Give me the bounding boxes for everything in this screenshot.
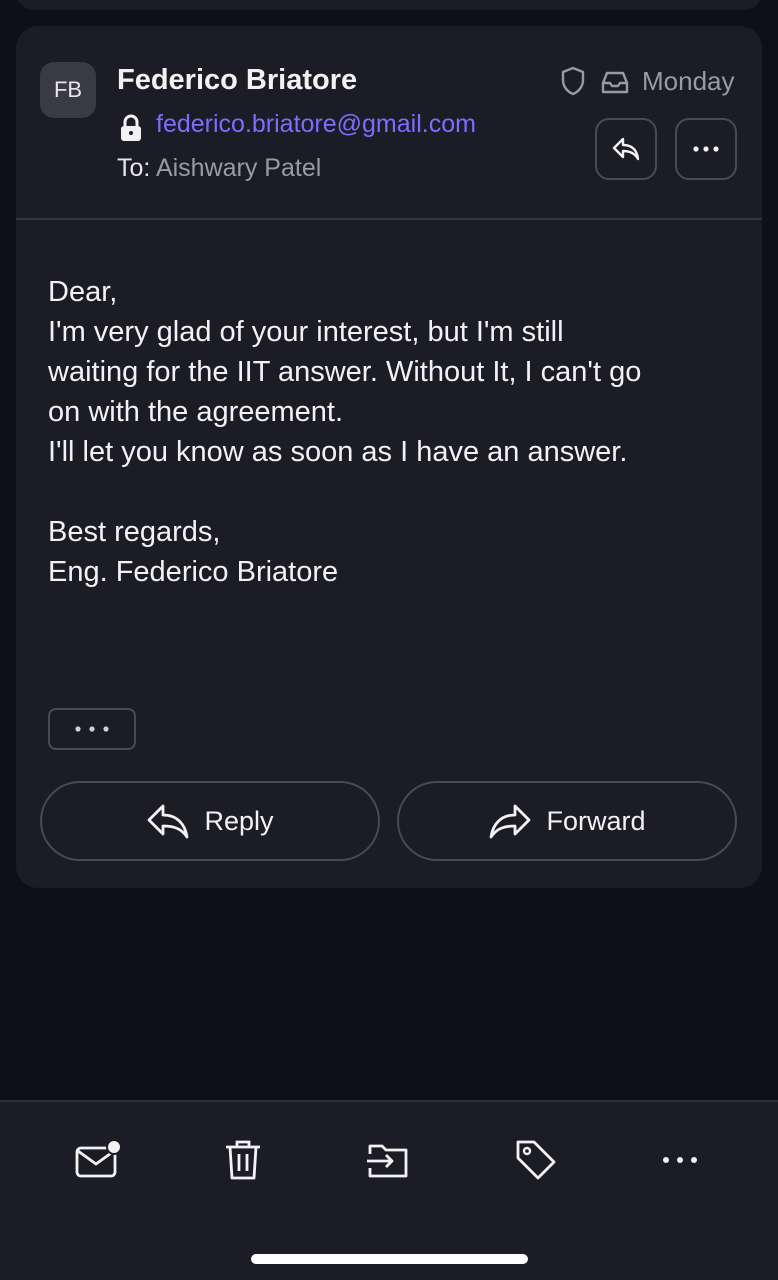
mark-unread-icon [75, 1139, 122, 1178]
body-line: I'll let you know as soon as I have an a… [48, 436, 628, 468]
reply-icon [148, 804, 189, 839]
inbox-icon[interactable] [600, 68, 630, 96]
sender-name[interactable]: Federico Briatore [117, 64, 357, 97]
lock-icon [121, 114, 141, 141]
message-body: Dear, I'm very glad of your interest, bu… [48, 272, 738, 592]
trash-icon [226, 1140, 260, 1180]
recipient-name[interactable]: Aishwary Patel [156, 154, 321, 182]
sender-email[interactable]: federico.briatore@gmail.com [156, 110, 476, 139]
forward-pill-button[interactable]: Forward [397, 781, 737, 861]
avatar: FB [40, 62, 96, 118]
more-horizontal-icon [693, 146, 719, 152]
mark-unread-button[interactable] [74, 1136, 122, 1184]
label-button[interactable] [512, 1136, 560, 1184]
home-indicator[interactable] [251, 1254, 528, 1264]
bottom-toolbar [0, 1100, 778, 1280]
more-options-button[interactable] [675, 118, 737, 180]
delete-button[interactable] [219, 1136, 267, 1184]
to-label: To: [117, 154, 151, 182]
toolbar-more-button[interactable] [656, 1136, 704, 1184]
forward-icon [490, 804, 531, 839]
body-line: on with the agreement. [48, 396, 344, 428]
ellipsis-icon [75, 726, 109, 732]
body-line: Eng. Federico Briatore [48, 556, 339, 588]
message-header: FB Federico Briatore federico.briatore@g… [16, 26, 762, 220]
move-button[interactable] [364, 1136, 412, 1184]
more-horizontal-icon [663, 1157, 697, 1163]
reply-icon [612, 137, 640, 161]
move-to-folder-icon [367, 1144, 408, 1178]
forward-label: Forward [546, 805, 646, 836]
body-line: waiting for the IIT answer. Without It, … [48, 356, 642, 388]
previous-message-card[interactable] [16, 0, 762, 10]
body-line: Best regards, [48, 516, 221, 548]
reply-button[interactable] [595, 118, 657, 180]
show-quoted-text-button[interactable] [48, 708, 136, 750]
shield-icon[interactable] [560, 66, 586, 96]
body-line: I'm very glad of your interest, but I'm … [48, 316, 564, 348]
body-line [48, 472, 738, 512]
reply-pill-button[interactable]: Reply [40, 781, 380, 861]
message-card: FB Federico Briatore federico.briatore@g… [16, 26, 762, 888]
message-date: Monday [642, 66, 735, 96]
recipient-line: To: Aishwary Patel [117, 154, 321, 183]
body-line: Dear, [48, 276, 118, 308]
reply-label: Reply [204, 805, 274, 836]
label-tag-icon [516, 1140, 556, 1180]
